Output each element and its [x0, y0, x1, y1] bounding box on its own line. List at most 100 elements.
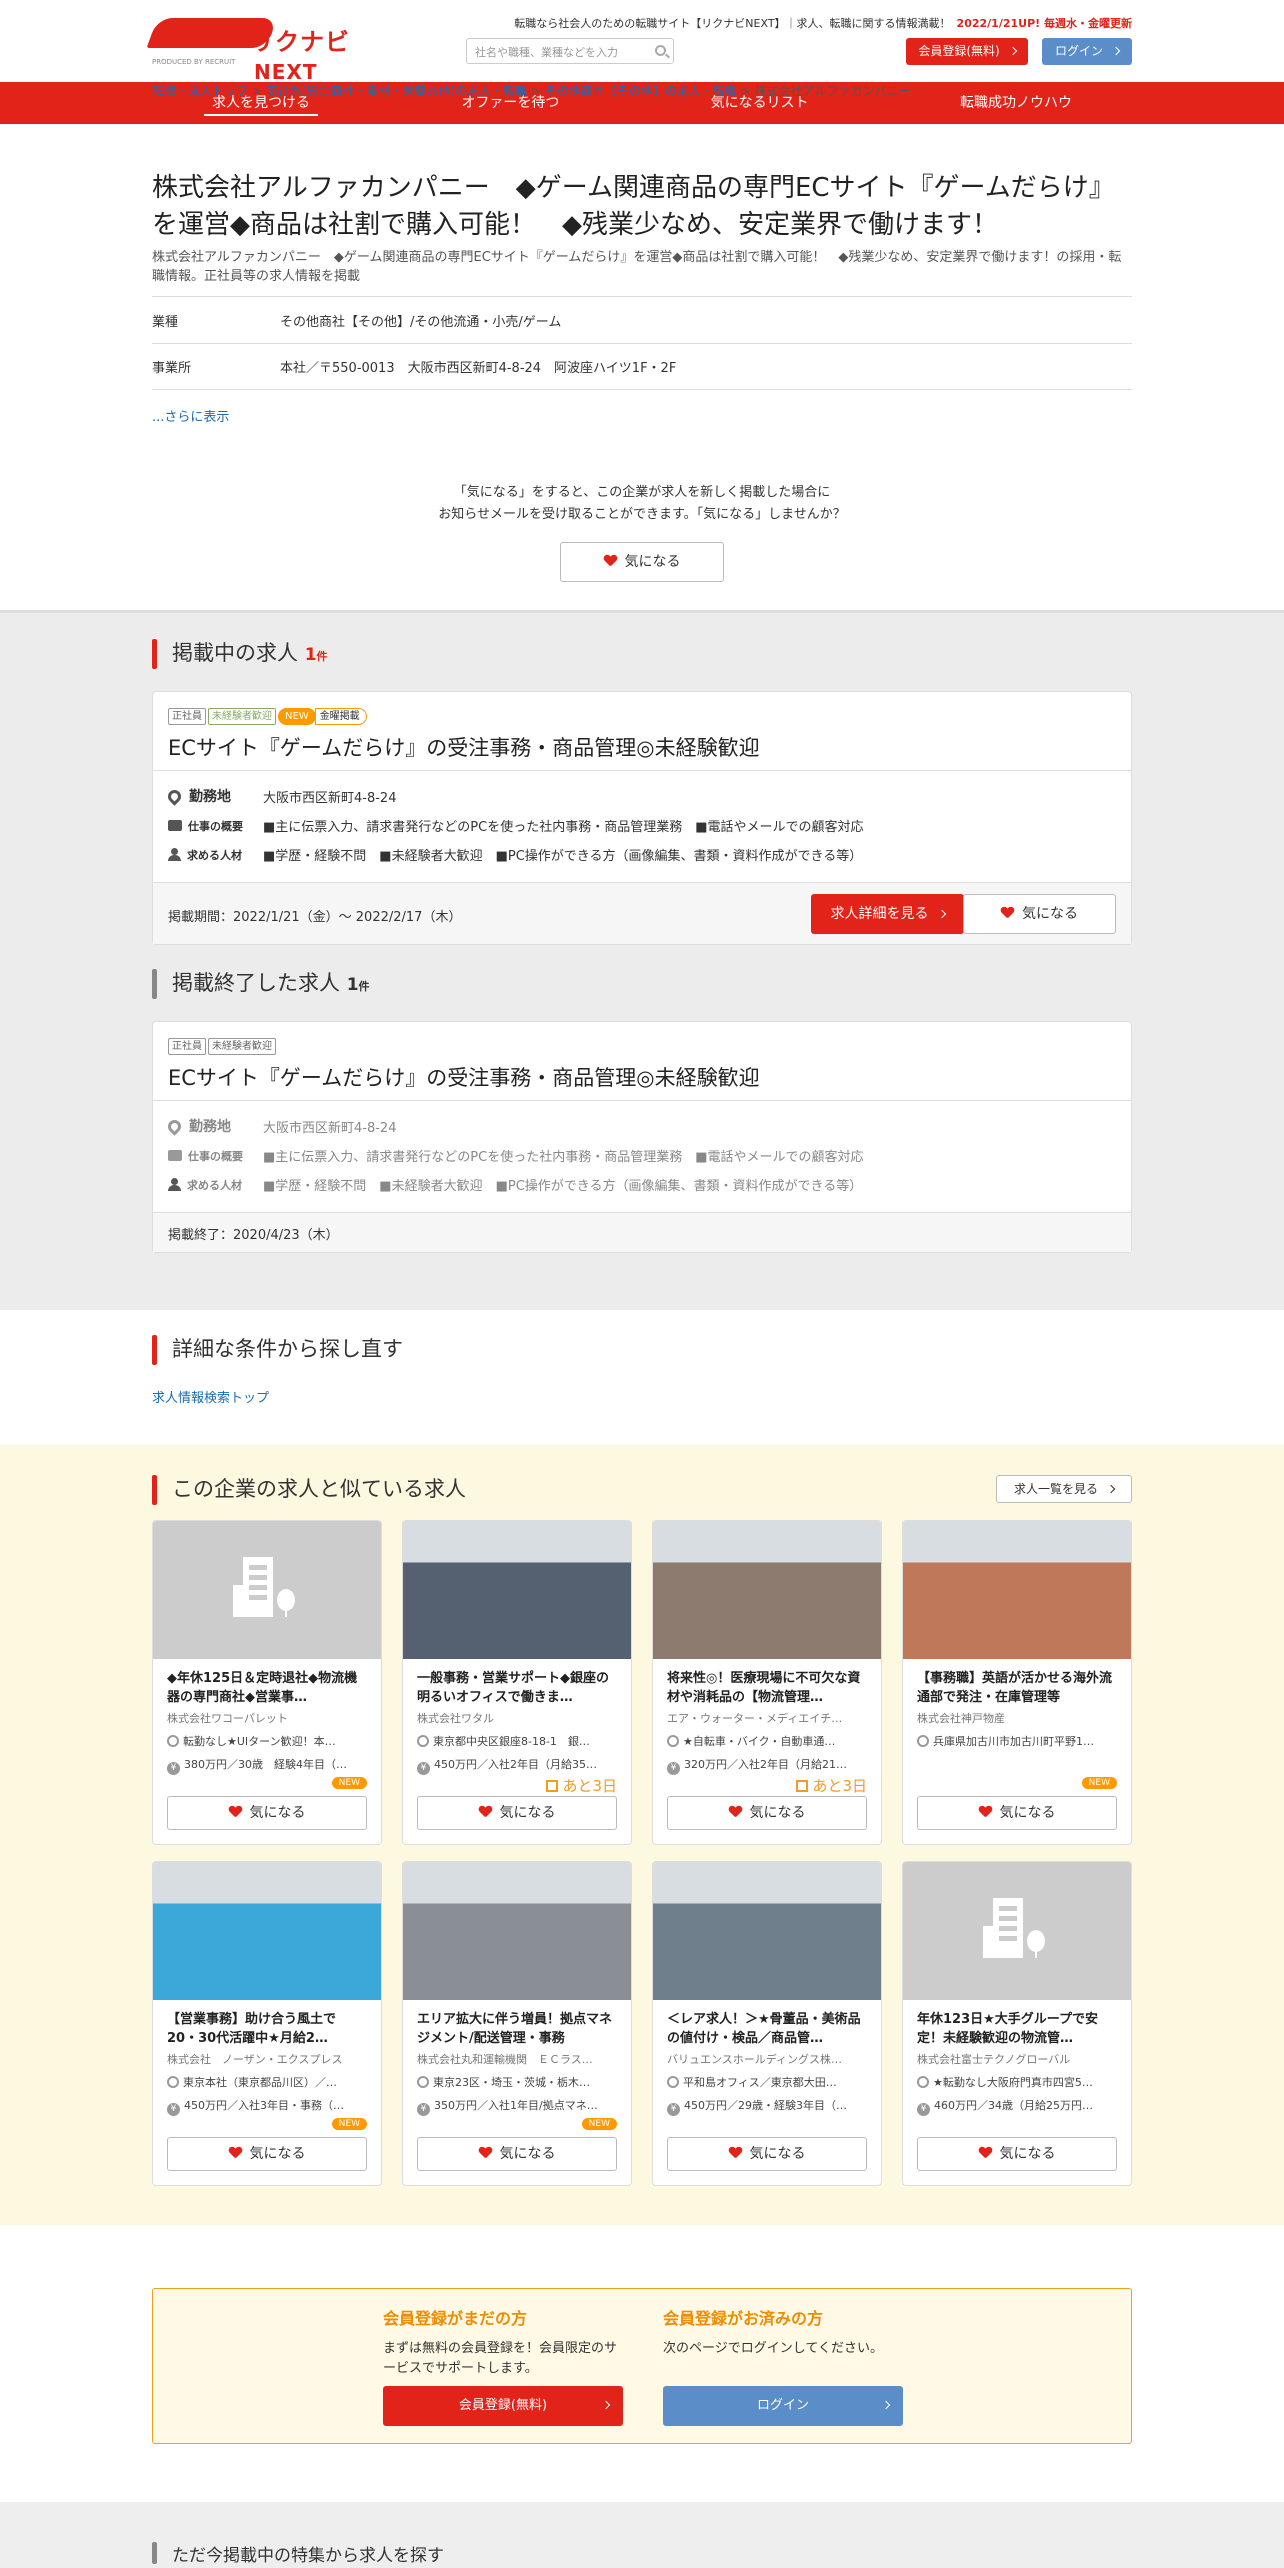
ended-job-card[interactable]: 正社員 未経験者歓迎 ECサイト『ゲームだらけ』の受注事務・商品管理◎未経験歓迎… — [152, 1021, 1132, 1253]
similar-job-location: 兵庫県加古川市加古川町平野1… — [917, 1733, 1117, 1749]
briefcase-icon — [168, 820, 182, 831]
heart-icon — [979, 2147, 992, 2159]
new-badge: NEW — [1081, 1777, 1117, 1789]
job-photo — [403, 1862, 631, 2000]
similar-job-title[interactable]: 【事務職】英語が活かせる海外流通部で発注・在庫管理等 — [917, 1669, 1117, 1707]
similar-job-card[interactable]: ＜レア求人！＞★骨董品・美術品の値付け・検品／商品管… バリュエンスホールディング… — [652, 1861, 882, 2186]
job-detail-button[interactable]: 求人詳細を見る — [811, 894, 964, 934]
chevron-right-icon — [881, 2400, 891, 2410]
heart-icon — [729, 2147, 742, 2159]
heart-icon — [479, 1806, 492, 1818]
company-info: 業種 その他商社【その他】/その他流通・小売/ゲーム 事業所 本社／〒550-001… — [152, 296, 1132, 425]
kininaru-company-button[interactable]: 気になる — [560, 542, 724, 582]
location-pin-icon — [167, 2076, 179, 2088]
job-photo — [903, 1521, 1131, 1659]
job-tags: 正社員 未経験者歓迎 NEW 金曜掲載 — [168, 708, 367, 725]
similar-job-kininaru-button[interactable]: 気になる — [667, 2137, 867, 2171]
similar-job-card[interactable]: 【営業事務】助け合う風土で20・30代活躍中★月給2… 株式会社 ノーザン・エクス… — [152, 1861, 382, 2186]
heart-icon — [979, 1806, 992, 1818]
yen-icon: ¥ — [417, 1762, 430, 1775]
member-register-button[interactable]: 会員登録(無料) — [383, 2386, 623, 2426]
search-top-link[interactable]: 求人情報検索トップ — [152, 1387, 403, 1406]
chevron-right-icon — [1008, 46, 1017, 56]
similar-job-title[interactable]: エリア拡大に伴う増員！拠点マネジメント/配送管理・事務 — [417, 2010, 617, 2048]
similar-job-card[interactable]: 年休123日★大手グループで安定！未経験歓迎の物流管… 株式会社富士テクノグローバ… — [902, 1861, 1132, 2186]
info-row-industry: 業種 その他商社【その他】/その他流通・小売/ゲーム — [152, 296, 1132, 343]
yen-icon: ¥ — [167, 2103, 180, 2116]
similar-job-company: 株式会社 ノーザン・エクスプレス — [167, 2053, 343, 2066]
heart-icon — [229, 1806, 242, 1818]
member-login-col: 会員登録がお済みの方 次のページでログインしてください。 — [663, 2309, 883, 2356]
location-pin-icon — [167, 1735, 179, 1747]
similar-job-title[interactable]: 一般事務・営業サポート◆銀座の明るいオフィスで働きま… — [417, 1669, 617, 1707]
search-again-heading: 詳細な条件から探し直す — [152, 1335, 403, 1365]
update-note: 2022/1/21UP! 毎週水・金曜更新 — [956, 17, 1132, 30]
nav-knowhow[interactable]: 転職成功ノウハウ — [960, 82, 1072, 124]
similar-job-location: 東京本社（東京都品川区）／… — [167, 2074, 367, 2090]
login-button[interactable]: ログイン — [1042, 38, 1132, 65]
breadcrumb-top[interactable]: 転職・求人トップ — [152, 84, 248, 98]
similar-job-title[interactable]: 【営業事務】助け合う風土で20・30代活躍中★月給2… — [167, 2010, 367, 2048]
job-card-footer: 掲載終了：2020/4/23（木） — [153, 1212, 1131, 1252]
page-title: 株式会社アルファカンパニー ◆ゲーム関連商品の専門ECサイト『ゲームだらけ』を運… — [152, 173, 1102, 240]
similar-job-salary: ¥450万円／入社2年目（月給35… — [417, 1756, 617, 1775]
job-title[interactable]: ECサイト『ゲームだらけ』の受注事務・商品管理◎未経験歓迎 — [168, 732, 760, 762]
similar-job-title[interactable]: ◆年休125日＆定時退社◆物流機器の専門商社◆営業事… — [167, 1669, 367, 1707]
job-title[interactable]: ECサイト『ゲームだらけ』の受注事務・商品管理◎未経験歓迎 — [168, 1062, 760, 1092]
kininaru-cta: 「気になる」をすると、この企業が求人を新しく掲載した場合に お知らせメールを受け… — [152, 482, 1132, 582]
breadcrumb-subcategory[interactable]: その他商社【その他】の求人・転職 — [545, 84, 737, 98]
breadcrumb-category[interactable]: 商社系(総合商社・素材・医薬品他)の求人・転職 — [266, 84, 527, 98]
calendar-icon — [796, 1780, 809, 1792]
building-icon — [233, 1557, 299, 1619]
similar-job-salary: ¥320万円／入社2年目（月給21… — [667, 1756, 867, 1775]
similar-job-salary: ¥450万円／入社3年目・事務（… — [167, 2097, 367, 2116]
similar-job-kininaru-button[interactable]: 気になる — [167, 1796, 367, 1830]
similar-job-card[interactable]: ◆年休125日＆定時退社◆物流機器の専門商社◆営業事… 株式会社ワコーパレット 転勤… — [152, 1520, 382, 1845]
similar-job-kininaru-button[interactable]: 気になる — [417, 1796, 617, 1830]
member-login-button[interactable]: ログイン — [663, 2386, 903, 2426]
similar-job-location: ★転勤なし大阪府門真市四宮5… — [917, 2074, 1117, 2090]
calendar-icon — [546, 1780, 559, 1792]
similar-job-company: エア・ウォーター・メディエイチ… — [667, 1712, 843, 1725]
similar-job-card[interactable]: 将来性◎！医療現場に不可欠な資材や消耗品の【物流管理… エア・ウォーター・メディエ… — [652, 1520, 882, 1845]
similar-job-salary: ¥460万円／34歳（月給25万円… — [917, 2097, 1117, 2116]
search-again-section: 詳細な条件から探し直す 求人情報検索トップ — [152, 1335, 403, 1406]
job-image-placeholder — [153, 1521, 381, 1659]
similar-job-title[interactable]: 年休123日★大手グループで安定！未経験歓迎の物流管… — [917, 2010, 1117, 2048]
similar-job-card[interactable]: エリア拡大に伴う増員！拠点マネジメント/配送管理・事務 株式会社丸和運輸機関 ＥＣ… — [402, 1861, 632, 2186]
job-photo — [653, 1521, 881, 1659]
similar-job-card[interactable]: 一般事務・営業サポート◆銀座の明るいオフィスで働きま… 株式会社ワタル 東京都中央区… — [402, 1520, 632, 1845]
job-location: 勤務地 大阪市西区新町4-8-24 — [165, 786, 396, 806]
similar-job-kininaru-button[interactable]: 気になる — [917, 1796, 1117, 1830]
job-period: 掲載終了：2020/4/23（木） — [168, 1228, 339, 1243]
active-job-card[interactable]: 正社員 未経験者歓迎 NEW 金曜掲載 ECサイト『ゲームだらけ』の受注事務・商… — [152, 691, 1132, 945]
similar-job-company: 株式会社神戸物産 — [917, 1712, 1005, 1725]
similar-job-kininaru-button[interactable]: 気になる — [667, 1796, 867, 1830]
similar-job-card[interactable]: 【事務職】英語が活かせる海外流通部で発注・在庫管理等株式会社神戸物産兵庫県加古川… — [902, 1520, 1132, 1845]
job-photo — [153, 1862, 381, 2000]
similar-job-salary: ¥380万円／30歳 経験4年目（… — [167, 1756, 367, 1775]
show-more-link[interactable]: ...さらに表示 — [152, 406, 1132, 425]
location-pin-icon — [917, 1735, 929, 1747]
similar-job-salary: ¥450万円／29歳・経験3年目（… — [667, 2097, 867, 2116]
job-kininaru-button[interactable]: 気になる — [963, 894, 1116, 934]
register-button[interactable]: 会員登録(無料) — [906, 38, 1028, 65]
breadcrumb: 転職・求人トップ > 商社系(総合商社・素材・医薬品他)の求人・転職 > その他… — [152, 84, 911, 98]
similar-job-kininaru-button[interactable]: 気になる — [417, 2137, 617, 2171]
similar-job-title[interactable]: ＜レア求人！＞★骨董品・美術品の値付け・検品／商品管… — [667, 2010, 867, 2048]
similar-job-kininaru-button[interactable]: 気になる — [167, 2137, 367, 2171]
similar-job-location: 転勤なし★UIターン歓迎！本… — [167, 1733, 367, 1749]
chevron-right-icon — [937, 909, 946, 919]
view-all-jobs-button[interactable]: 求人一覧を見る — [996, 1475, 1132, 1503]
location-pin-icon — [417, 2076, 429, 2088]
briefcase-icon — [168, 1150, 182, 1161]
building-icon — [983, 1898, 1049, 1960]
heart-icon — [479, 2147, 492, 2159]
chevron-right-icon — [1111, 46, 1121, 56]
similar-job-location: 東京23区・埼玉・茨城・栃木… — [417, 2074, 617, 2090]
deadline-badge: あと3日 — [796, 1775, 867, 1796]
similar-job-title[interactable]: 将来性◎！医療現場に不可欠な資材や消耗品の【物流管理… — [667, 1669, 867, 1707]
similar-job-kininaru-button[interactable]: 気になる — [917, 2137, 1117, 2171]
new-badge: NEW — [331, 1777, 367, 1789]
member-register-col: 会員登録がまだの方 まずは無料の会員登録を！会員限定のサービスでサポートします。 — [383, 2309, 618, 2376]
